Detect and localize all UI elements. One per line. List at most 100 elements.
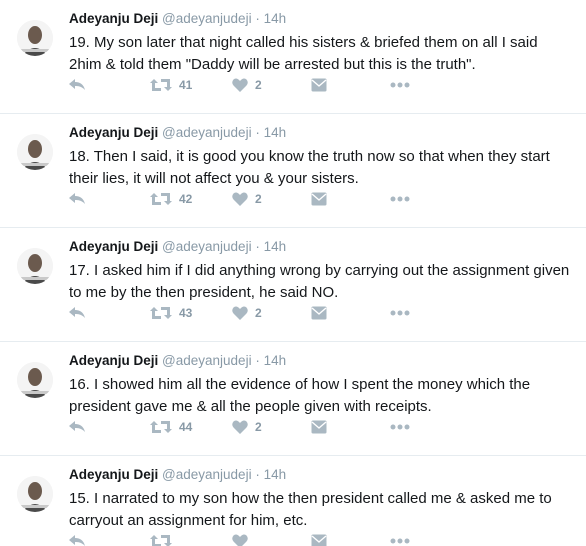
reply-button[interactable] [68, 416, 86, 438]
heart-icon [232, 420, 248, 434]
tweet[interactable]: Adeyanju Deji @adeyanjudeji · 14h 15. I … [0, 456, 586, 546]
retweet-button[interactable] [150, 530, 179, 546]
retweet-button[interactable]: 41 [150, 74, 192, 96]
author-name[interactable]: Adeyanju Deji [69, 239, 158, 254]
retweet-icon [150, 306, 172, 320]
heart-icon [232, 78, 248, 92]
reply-button[interactable] [68, 74, 86, 96]
tweet-actions: 43 2 [0, 302, 586, 324]
like-count: 2 [255, 306, 262, 320]
like-button[interactable]: 2 [232, 188, 262, 210]
author-handle[interactable]: @adeyanjudeji [162, 239, 252, 254]
direct-message-icon [311, 534, 327, 546]
more-button[interactable] [390, 74, 410, 96]
retweet-count: 42 [179, 192, 193, 206]
tweet-timestamp[interactable]: 14h [264, 467, 287, 482]
retweet-icon [150, 420, 172, 434]
tweet-text: 17. I asked him if I did anything wrong … [69, 262, 570, 301]
more-button[interactable] [390, 302, 410, 324]
author-handle[interactable]: @adeyanjudeji [162, 125, 252, 140]
reply-icon [68, 534, 86, 546]
more-dots-icon [390, 424, 410, 430]
direct-message-button[interactable] [311, 530, 327, 546]
more-button[interactable] [390, 530, 410, 546]
tweet[interactable]: Adeyanju Deji @adeyanjudeji · 14h 16. I … [0, 342, 586, 456]
tweet-timestamp[interactable]: 14h [264, 11, 287, 26]
tweet[interactable]: Adeyanju Deji @adeyanjudeji · 14h 19. My… [0, 0, 586, 114]
more-button[interactable] [390, 416, 410, 438]
more-dots-icon [390, 310, 410, 316]
tweet-feed: Adeyanju Deji @adeyanjudeji · 14h 19. My… [0, 0, 586, 546]
author-handle[interactable]: @adeyanjudeji [162, 353, 252, 368]
like-count: 2 [255, 420, 262, 434]
avatar[interactable] [17, 134, 53, 170]
direct-message-button[interactable] [311, 74, 327, 96]
tweet-header: Adeyanju Deji @adeyanjudeji · 14h [69, 353, 286, 368]
tweet-header: Adeyanju Deji @adeyanjudeji · 14h [69, 11, 286, 26]
heart-icon [232, 306, 248, 320]
like-count: 2 [255, 192, 262, 206]
tweet-actions [0, 530, 586, 546]
direct-message-button[interactable] [311, 188, 327, 210]
reply-icon [68, 192, 86, 206]
reply-icon [68, 420, 86, 434]
retweet-button[interactable]: 42 [150, 188, 192, 210]
more-dots-icon [390, 82, 410, 88]
tweet-timestamp[interactable]: 14h [264, 125, 287, 140]
retweet-button[interactable]: 44 [150, 416, 192, 438]
separator-dot: · [255, 467, 260, 482]
tweet-timestamp[interactable]: 14h [264, 353, 287, 368]
heart-icon [232, 534, 248, 546]
tweet[interactable]: Adeyanju Deji @adeyanjudeji · 14h 18. Th… [0, 114, 586, 228]
tweet-header: Adeyanju Deji @adeyanjudeji · 14h [69, 125, 286, 140]
separator-dot: · [255, 353, 260, 368]
author-name[interactable]: Adeyanju Deji [69, 353, 158, 368]
author-handle[interactable]: @adeyanjudeji [162, 11, 252, 26]
reply-icon [68, 306, 86, 320]
tweet-actions: 41 2 [0, 74, 586, 96]
like-count: 2 [255, 78, 262, 92]
reply-button[interactable] [68, 302, 86, 324]
tweet-actions: 44 2 [0, 416, 586, 438]
reply-icon [68, 78, 86, 92]
retweet-count: 44 [179, 420, 193, 434]
avatar[interactable] [17, 20, 53, 56]
retweet-icon [150, 78, 172, 92]
avatar[interactable] [17, 248, 53, 284]
tweet-header: Adeyanju Deji @adeyanjudeji · 14h [69, 239, 286, 254]
like-button[interactable]: 2 [232, 416, 262, 438]
tweet-text: 15. I narrated to my son how the then pr… [69, 490, 552, 529]
tweet-timestamp[interactable]: 14h [264, 239, 287, 254]
tweet[interactable]: Adeyanju Deji @adeyanjudeji · 14h 17. I … [0, 228, 586, 342]
like-button[interactable]: 2 [232, 302, 262, 324]
author-name[interactable]: Adeyanju Deji [69, 125, 158, 140]
more-button[interactable] [390, 188, 410, 210]
author-name[interactable]: Adeyanju Deji [69, 11, 158, 26]
author-name[interactable]: Adeyanju Deji [69, 467, 158, 482]
like-button[interactable] [232, 530, 255, 546]
avatar[interactable] [17, 476, 53, 512]
tweet-text: 19. My son later that night called his s… [69, 34, 538, 73]
reply-button[interactable] [68, 188, 86, 210]
retweet-count: 41 [179, 78, 193, 92]
direct-message-icon [311, 192, 327, 206]
avatar[interactable] [17, 362, 53, 398]
like-button[interactable]: 2 [232, 74, 262, 96]
tweet-text: 18. Then I said, it is good you know the… [69, 148, 550, 187]
retweet-button[interactable]: 43 [150, 302, 192, 324]
reply-button[interactable] [68, 530, 86, 546]
direct-message-icon [311, 78, 327, 92]
heart-icon [232, 192, 248, 206]
retweet-count: 43 [179, 306, 193, 320]
direct-message-icon [311, 306, 327, 320]
tweet-text: 16. I showed him all the evidence of how… [69, 376, 531, 415]
separator-dot: · [255, 125, 260, 140]
more-dots-icon [390, 538, 410, 544]
direct-message-icon [311, 420, 327, 434]
direct-message-button[interactable] [311, 416, 327, 438]
direct-message-button[interactable] [311, 302, 327, 324]
author-handle[interactable]: @adeyanjudeji [162, 467, 252, 482]
more-dots-icon [390, 196, 410, 202]
tweet-header: Adeyanju Deji @adeyanjudeji · 14h [69, 467, 286, 482]
retweet-icon [150, 192, 172, 206]
